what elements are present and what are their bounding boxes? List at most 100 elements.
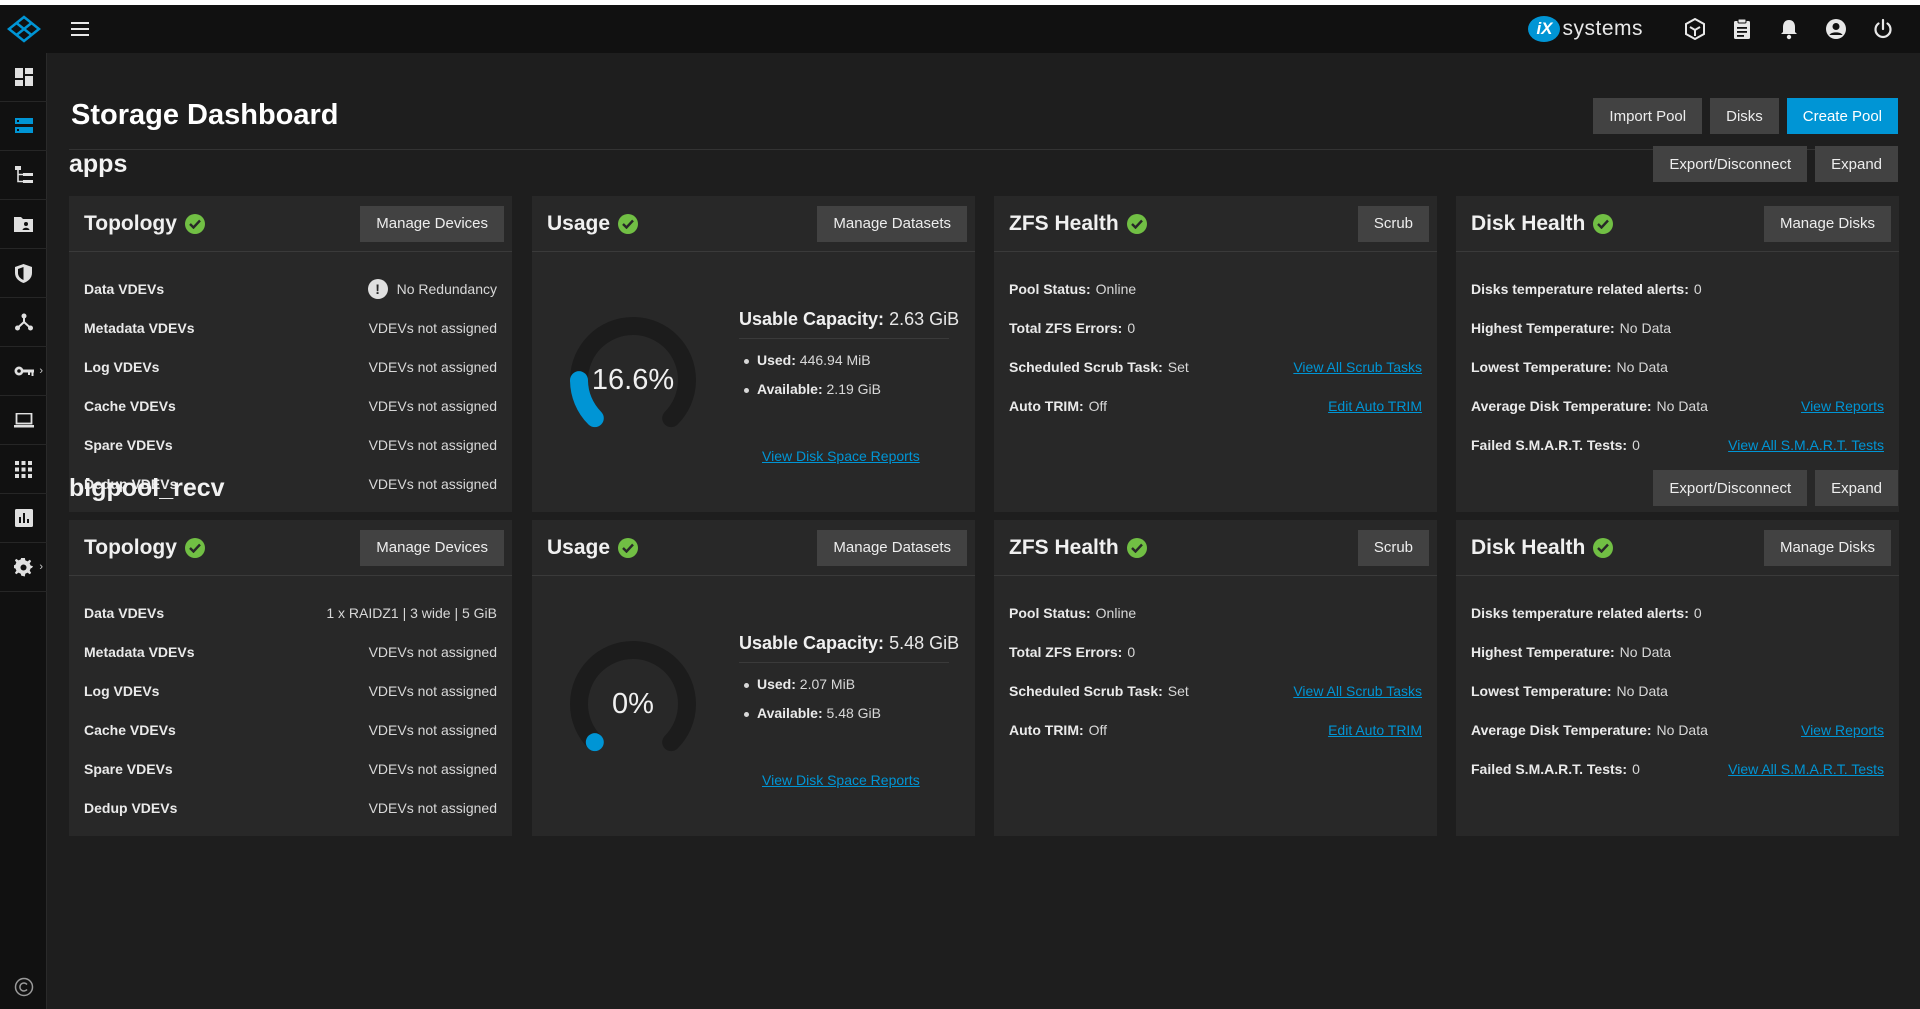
page-title: Storage Dashboard: [71, 99, 339, 131]
manage-disks-button[interactable]: Manage Disks: [1763, 205, 1891, 242]
card-title: ZFS Health: [1009, 535, 1119, 559]
topology-row-label: Cache VDEVs: [84, 721, 176, 738]
ixsystems-logo[interactable]: iX systems: [1528, 16, 1643, 42]
copyright-icon[interactable]: [0, 977, 47, 997]
sidebar-item-shares[interactable]: [0, 200, 47, 249]
topology-row: Metadata VDEVs VDEVs not assigned: [84, 632, 497, 671]
check-circle-icon: [618, 213, 639, 234]
expand-button[interactable]: Expand: [1815, 470, 1898, 506]
sidebar-item-apps[interactable]: [0, 445, 47, 494]
topology-row-value: VDEVs not assigned: [368, 475, 497, 492]
manage-disks-button[interactable]: Manage Disks: [1763, 529, 1891, 566]
topology-row: Log VDEVs VDEVs not assigned: [84, 347, 497, 386]
manage-datasets-button[interactable]: Manage Datasets: [817, 205, 967, 242]
topology-row-value: VDEVs not assigned: [368, 358, 497, 375]
disks-button[interactable]: Disks: [1710, 98, 1779, 134]
chevron-right-icon: ›: [39, 365, 43, 377]
sidebar-item-datasets[interactable]: [0, 151, 47, 200]
topology-row-label: Log VDEVs: [84, 682, 160, 699]
scrub-button[interactable]: Scrub: [1357, 529, 1429, 566]
used-value: Used: 446.94 MiB: [743, 352, 959, 368]
check-circle-icon: [184, 213, 205, 234]
view-disk-space-reports-link[interactable]: View Disk Space Reports: [762, 448, 920, 464]
edit-auto-trim-link[interactable]: Edit Auto TRIM: [1328, 398, 1422, 414]
topology-row: Log VDEVs VDEVs not assigned: [84, 671, 497, 710]
check-circle-icon: [1593, 213, 1614, 234]
export-disconnect-button[interactable]: Export/Disconnect: [1653, 146, 1808, 182]
usage-percent: 0%: [612, 687, 654, 720]
manage-devices-button[interactable]: Manage Devices: [360, 205, 504, 242]
sidebar-item-system[interactable]: ›: [0, 543, 47, 592]
power-icon[interactable]: [1859, 5, 1906, 53]
account-icon[interactable]: [1812, 5, 1859, 53]
folder-share-icon: [14, 217, 33, 232]
sidebar-item-data-protection[interactable]: [0, 249, 47, 298]
import-pool-button[interactable]: Import Pool: [1593, 98, 1703, 134]
card-title: ZFS Health: [1009, 211, 1119, 235]
used-value: Used: 2.07 MiB: [743, 676, 959, 692]
card-title: Disk Health: [1471, 211, 1586, 235]
chart-icon: [14, 509, 33, 527]
datasets-icon: [14, 166, 33, 183]
sidebar-item-storage[interactable]: [0, 102, 47, 151]
view-all-scrub-tasks-link[interactable]: View All Scrub Tasks: [1293, 683, 1422, 699]
bell-icon[interactable]: [1765, 5, 1812, 53]
check-circle-icon: [618, 537, 639, 558]
sidebar-item-network[interactable]: [0, 298, 47, 347]
view-all-smart-tests-link[interactable]: View All S.M.A.R.T. Tests: [1728, 437, 1884, 453]
temperature-alerts-row: Disks temperature related alerts: 0: [1471, 604, 1702, 621]
scrub-button[interactable]: Scrub: [1357, 205, 1429, 242]
highest-temperature-row: Highest Temperature: No Data: [1471, 643, 1672, 660]
menu-toggle-icon[interactable]: [71, 19, 91, 39]
lowest-temperature-row: Lowest Temperature: No Data: [1471, 682, 1668, 699]
sidebar-item-credentials[interactable]: ›: [0, 347, 47, 396]
disk-health-card: Disk Health Manage Disks Disks temperatu…: [1456, 520, 1899, 836]
failed-smart-tests-row: Failed S.M.A.R.T. Tests: 0 View All S.M.A.…: [1471, 436, 1884, 453]
edit-auto-trim-link[interactable]: Edit Auto TRIM: [1328, 722, 1422, 738]
topology-row-value: VDEVs not assigned: [368, 799, 497, 816]
warning-icon: !: [367, 278, 388, 299]
card-title: Disk Health: [1471, 535, 1586, 559]
create-pool-button[interactable]: Create Pool: [1786, 98, 1898, 134]
expand-button[interactable]: Expand: [1815, 146, 1898, 182]
view-reports-link[interactable]: View Reports: [1801, 722, 1884, 738]
key-icon: [14, 366, 34, 376]
pool-status-row: Pool Status: Online: [1009, 280, 1137, 297]
topology-row-value: VDEVs not assigned: [368, 643, 497, 660]
usage-gauge: 0%: [558, 629, 708, 779]
truecommand-icon[interactable]: [1671, 5, 1718, 53]
view-all-scrub-tasks-link[interactable]: View All Scrub Tasks: [1293, 359, 1422, 375]
manage-devices-button[interactable]: Manage Devices: [360, 529, 504, 566]
top-bar: iX systems: [0, 5, 1920, 53]
view-disk-space-reports-link[interactable]: View Disk Space Reports: [762, 772, 920, 788]
usage-card: Usage Manage Datasets 0% Usable Capacity…: [532, 520, 975, 836]
clipboard-icon[interactable]: [1718, 5, 1765, 53]
check-circle-icon: [1593, 537, 1614, 558]
manage-datasets-button[interactable]: Manage Datasets: [817, 529, 967, 566]
topology-row-label: Metadata VDEVs: [84, 319, 195, 336]
view-all-smart-tests-link[interactable]: View All S.M.A.R.T. Tests: [1728, 761, 1884, 777]
card-title: Topology: [84, 211, 177, 235]
usable-capacity: Usable Capacity: 5.48 GiB: [739, 633, 960, 653]
truenas-logo[interactable]: [0, 5, 47, 53]
topology-row-value: VDEVs not assigned: [368, 397, 497, 414]
pool-status-row: Pool Status: Online: [1009, 604, 1137, 621]
failed-smart-tests-row: Failed S.M.A.R.T. Tests: 0 View All S.M.A.…: [1471, 760, 1884, 777]
page-header: Storage Dashboard Import Pool Disks Crea…: [69, 53, 1898, 150]
check-circle-icon: [184, 537, 205, 558]
topology-row: Cache VDEVs VDEVs not assigned: [84, 710, 497, 749]
view-reports-link[interactable]: View Reports: [1801, 398, 1884, 414]
topology-row: Dedup VDEVs VDEVs not assigned: [84, 788, 497, 827]
pool-name: apps: [69, 150, 128, 178]
main-content: Storage Dashboard Import Pool Disks Crea…: [47, 53, 1920, 1009]
usage-percent: 16.6%: [591, 363, 675, 396]
usage-card: Usage Manage Datasets 16.6% Usable Capac…: [532, 196, 975, 512]
topology-row: Cache VDEVs VDEVs not assigned: [84, 386, 497, 425]
sidebar-item-dashboard[interactable]: [0, 53, 47, 102]
sidebar-item-reporting[interactable]: [0, 494, 47, 543]
storage-icon: [14, 118, 33, 133]
brand-name: systems: [1562, 17, 1643, 40]
sidebar-item-virtualization[interactable]: [0, 396, 47, 445]
average-temperature-row: Average Disk Temperature: No Data View Rep…: [1471, 397, 1884, 414]
export-disconnect-button[interactable]: Export/Disconnect: [1653, 470, 1808, 506]
